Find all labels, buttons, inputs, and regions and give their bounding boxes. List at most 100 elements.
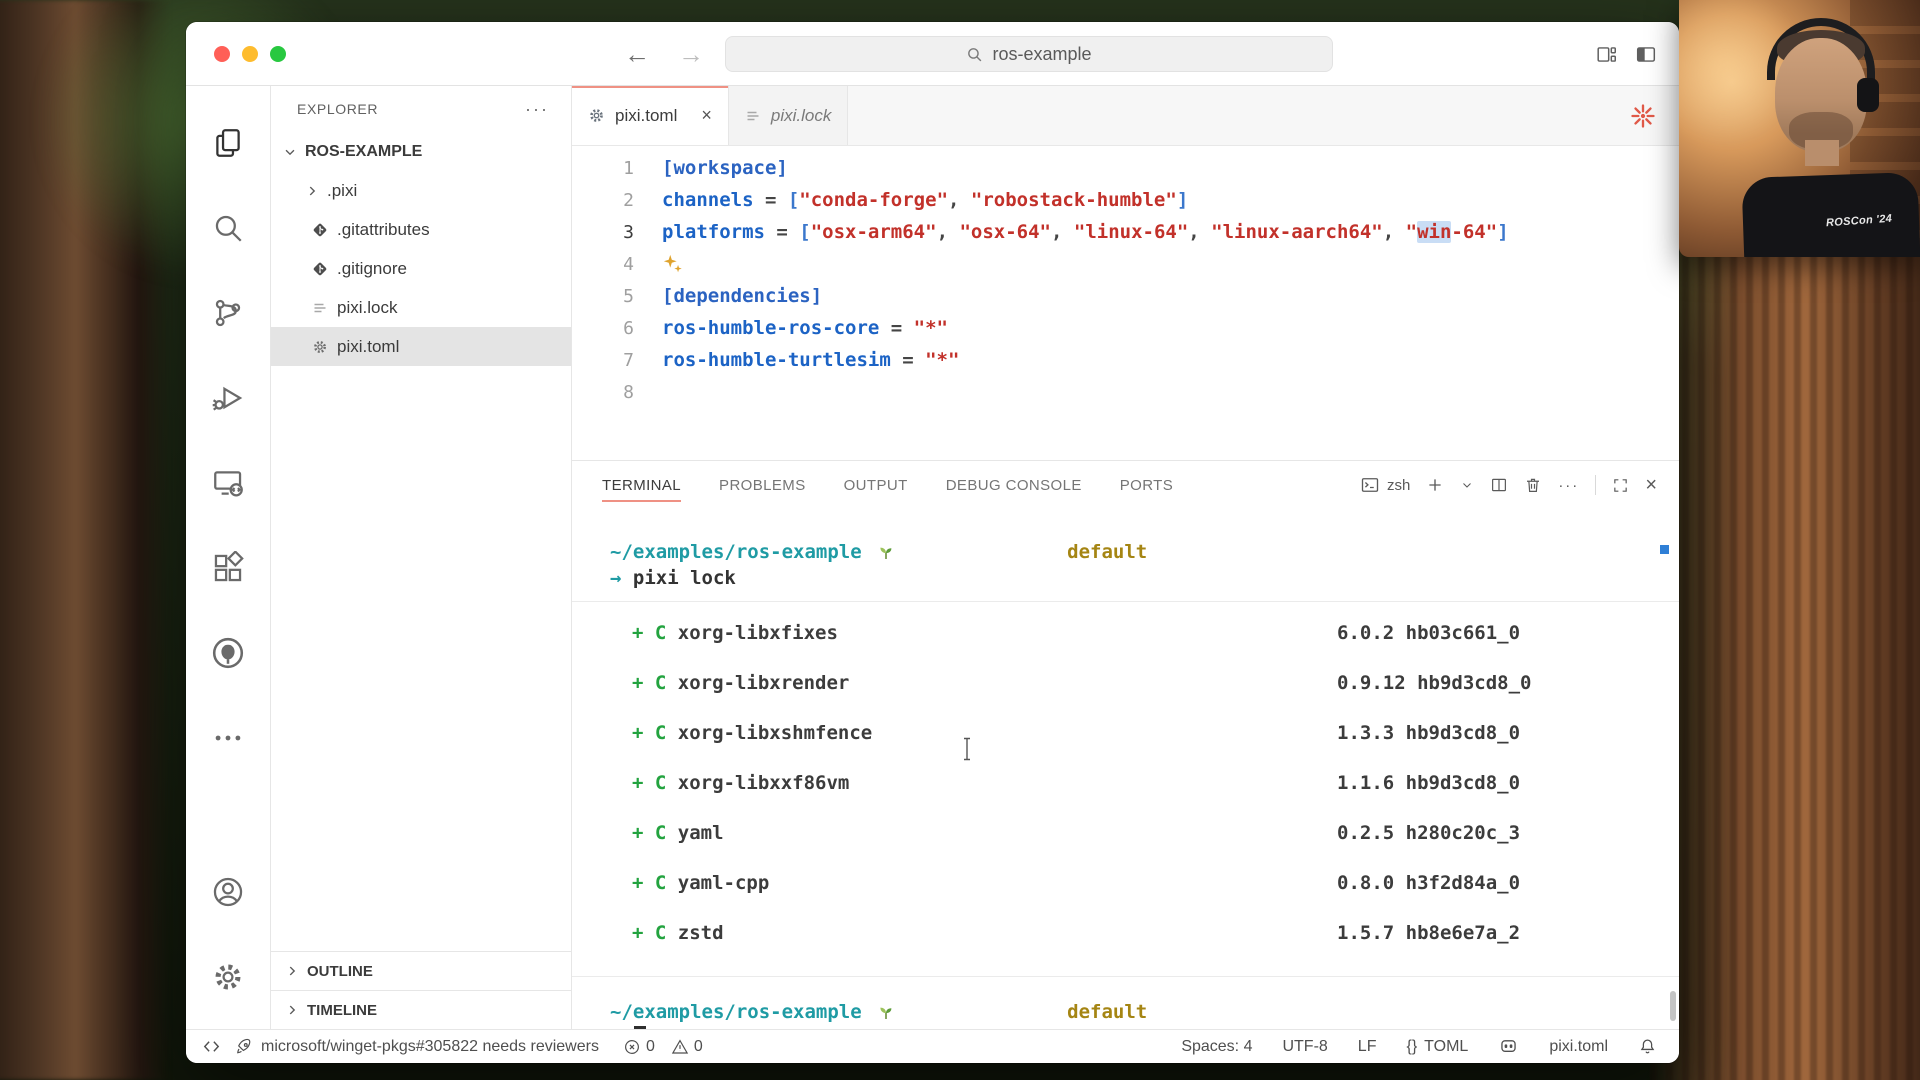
package-row: + C yaml-cpp 0.8.0 h3f2d84a_0: [632, 858, 1679, 908]
activity-explorer-icon[interactable]: [186, 100, 270, 185]
package-row: + C xorg-libxxf86vm 1.1.6 hb9d3cd8_0: [632, 758, 1679, 808]
highlighted-word: win: [1417, 221, 1451, 243]
activity-extensions-icon[interactable]: [186, 525, 270, 610]
tree-item-pixi-folder[interactable]: .pixi: [271, 171, 571, 210]
indentation-status[interactable]: Spaces: 4: [1181, 1038, 1252, 1056]
code-line: 4: [572, 248, 1679, 280]
tab-pixi-lock[interactable]: pixi.lock: [729, 86, 848, 145]
toml-gear-icon: [588, 107, 605, 124]
eol-status[interactable]: LF: [1358, 1038, 1377, 1056]
panel-tab-problems[interactable]: PROBLEMS: [719, 461, 806, 509]
editor-tab-bar: pixi.toml × pixi.lock: [572, 86, 1679, 146]
lockfile-list-icon: [311, 300, 329, 316]
terminal-prompt-line: ~/examples/ros-example default: [610, 539, 1679, 565]
desktop: ← → ros-example: [0, 0, 1920, 1080]
activity-source-control-icon[interactable]: [186, 270, 270, 355]
tab-label: pixi.lock: [771, 106, 831, 126]
close-window-button[interactable]: [214, 46, 230, 62]
navigate-back-button[interactable]: ←: [624, 39, 650, 70]
package-version: 0.9.12 hb9d3cd8_0: [1337, 672, 1531, 694]
activity-github-icon[interactable]: [186, 610, 270, 695]
command-center-search[interactable]: ros-example: [725, 36, 1333, 72]
terminal-prompt-line: ~/examples/ros-example default: [610, 999, 1679, 1025]
explorer-more-actions-icon[interactable]: ···: [525, 99, 549, 120]
maximize-panel-icon[interactable]: [1612, 477, 1629, 494]
task-status[interactable]: microsoft/winget-pkgs#305822 needs revie…: [235, 1037, 599, 1056]
package-name: yaml: [666, 822, 723, 844]
panel-tab-terminal[interactable]: TERMINAL: [602, 461, 681, 509]
tree-item-pixi-lock[interactable]: pixi.lock: [271, 288, 571, 327]
account-icon[interactable]: [186, 849, 270, 934]
package-list: + C xorg-libxfixes 6.0.2 hb03c661_0 + C …: [572, 601, 1679, 977]
terminal-cursor: [634, 1026, 646, 1029]
panel-tab-debug-console[interactable]: DEBUG CONSOLE: [946, 461, 1082, 509]
package-row: + C zstd 1.5.7 hb8e6e7a_2: [632, 908, 1679, 958]
customize-layout-icon[interactable]: [1596, 44, 1617, 65]
chevron-down-icon[interactable]: [1460, 478, 1474, 492]
copilot-icon[interactable]: [1498, 1036, 1519, 1057]
kill-terminal-trash-icon[interactable]: [1524, 476, 1542, 494]
formatter-status[interactable]: pixi.toml: [1549, 1038, 1608, 1056]
more-actions-icon[interactable]: ···: [1558, 477, 1579, 494]
search-icon: [966, 46, 983, 63]
line-number: 2: [572, 190, 662, 211]
timeline-section[interactable]: TIMELINE: [271, 990, 571, 1029]
activity-run-debug-icon[interactable]: [186, 355, 270, 440]
status-bar: microsoft/winget-pkgs#305822 needs revie…: [186, 1029, 1679, 1063]
person-neck: [1805, 140, 1839, 166]
terminal-prompt-icon: [1360, 475, 1380, 495]
chevron-right-icon: [305, 184, 319, 198]
activity-search-icon[interactable]: [186, 185, 270, 270]
package-version: 1.5.7 hb8e6e7a_2: [1337, 922, 1520, 944]
tree-item-pixi-toml[interactable]: pixi.toml: [271, 327, 571, 366]
activity-more-icon[interactable]: [186, 695, 270, 780]
minimize-window-button[interactable]: [242, 46, 258, 62]
git-file-icon: [311, 261, 329, 277]
tab-pixi-toml[interactable]: pixi.toml ×: [572, 86, 729, 145]
split-terminal-icon[interactable]: [1490, 476, 1508, 494]
new-terminal-icon[interactable]: [1426, 476, 1444, 494]
navigate-forward-button[interactable]: →: [678, 39, 704, 70]
close-tab-icon[interactable]: ×: [701, 105, 712, 126]
code-line: 7ros-humble-turtlesim = "*": [572, 344, 1679, 376]
window-controls: [214, 46, 286, 62]
panel-tab-output[interactable]: OUTPUT: [844, 461, 908, 509]
terminal-input-line[interactable]: →: [594, 1025, 1679, 1029]
errors-status[interactable]: 0: [623, 1038, 655, 1056]
close-panel-icon[interactable]: ×: [1645, 474, 1657, 497]
warnings-status[interactable]: 0: [671, 1038, 703, 1056]
code-editor[interactable]: 1[workspace] 2channels = ["conda-forge",…: [572, 146, 1679, 460]
package-version: 1.3.3 hb9d3cd8_0: [1337, 722, 1520, 744]
code-line: 6ros-humble-ros-core = "*": [572, 312, 1679, 344]
line-number: 7: [572, 350, 662, 371]
package-row: + C xorg-libxshmfence 1.3.3 hb9d3cd8_0: [632, 708, 1679, 758]
language-mode-status[interactable]: {} TOML: [1406, 1038, 1468, 1056]
seedling-icon: [877, 509, 1060, 605]
tree-item-gitignore[interactable]: .gitignore: [271, 249, 571, 288]
git-file-icon: [311, 222, 329, 238]
package-name: xorg-libxrender: [666, 672, 849, 694]
tree-root-ros-example[interactable]: ROS-EXAMPLE: [271, 132, 571, 171]
settings-gear-icon[interactable]: [186, 934, 270, 1019]
outline-section[interactable]: OUTLINE: [271, 951, 571, 990]
remote-indicator[interactable]: [202, 1037, 221, 1056]
encoding-status[interactable]: UTF-8: [1282, 1038, 1327, 1056]
search-value: ros-example: [992, 44, 1091, 65]
maximize-window-button[interactable]: [270, 46, 286, 62]
terminal-output[interactable]: ~/examples/ros-example default → pixi lo…: [572, 509, 1679, 1029]
line-number: 5: [572, 286, 662, 307]
file-label: pixi.lock: [337, 298, 397, 318]
terminal-panel: TERMINAL PROBLEMS OUTPUT DEBUG CONSOLE P…: [572, 460, 1679, 1029]
terminal-scrollbar[interactable]: [1670, 991, 1676, 1021]
starburst-extension-icon[interactable]: [1629, 102, 1657, 130]
braces-icon: {}: [1406, 1038, 1417, 1056]
notifications-bell-icon[interactable]: [1638, 1037, 1657, 1056]
package-row: + C xorg-libxfixes 6.0.2 hb03c661_0: [632, 608, 1679, 658]
toggle-sidebar-icon[interactable]: [1635, 44, 1657, 65]
package-version: 6.0.2 hb03c661_0: [1337, 622, 1520, 644]
activity-remote-explorer-icon[interactable]: [186, 440, 270, 525]
panel-tab-ports[interactable]: PORTS: [1120, 461, 1173, 509]
tree-item-gitattributes[interactable]: .gitattributes: [271, 210, 571, 249]
shell-selector[interactable]: zsh: [1360, 475, 1410, 495]
headphone-earcup: [1857, 78, 1879, 112]
